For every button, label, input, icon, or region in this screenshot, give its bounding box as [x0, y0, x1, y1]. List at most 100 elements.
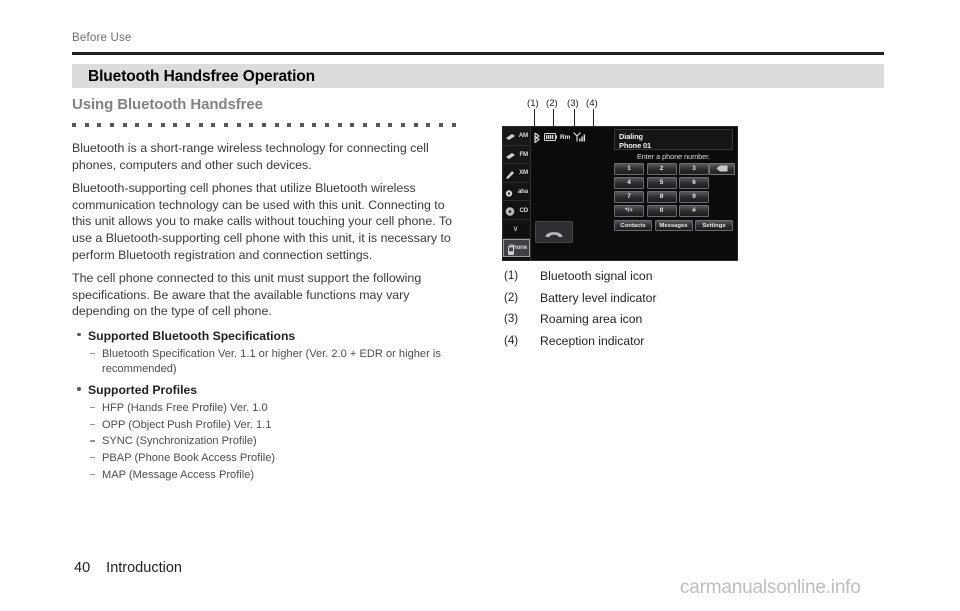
spec-group-heading: Supported Profiles — [72, 381, 464, 399]
keypad-key-9[interactable]: 9 — [679, 191, 709, 203]
bullet-dot-icon — [77, 387, 81, 391]
device-sidebar-item-cd[interactable]: CD — [503, 201, 530, 220]
backspace-icon — [716, 165, 728, 172]
softkey-contacts[interactable]: Contacts — [614, 220, 652, 231]
device-sidebar-item-am[interactable]: AM — [503, 127, 530, 146]
divider-dot — [325, 123, 330, 127]
callout-number: (3) — [567, 98, 579, 109]
device-sidebar-item-label: CD — [519, 206, 528, 214]
spec-item-text: MAP (Message Access Profile) — [102, 468, 255, 481]
page-number: 40 — [74, 560, 91, 576]
divider-dot — [274, 123, 279, 127]
chevron-down-icon: ∨ — [512, 223, 519, 233]
divider-dot — [439, 123, 444, 127]
device-source-sidebar: AM FM XM aha CD ∨ Phone — [503, 127, 531, 260]
divider-dot — [388, 123, 393, 127]
divider-dot — [223, 123, 228, 127]
dash-marker-icon — [90, 407, 95, 409]
battery-level-icon — [544, 133, 557, 141]
divider-dot — [312, 123, 317, 127]
divider-dot — [426, 123, 431, 127]
radio-fm-icon — [505, 149, 516, 160]
dash-marker-icon — [90, 473, 95, 475]
keypad-key-4[interactable]: 4 — [614, 177, 644, 189]
section-title: Bluetooth Handsfree Operation — [88, 68, 316, 85]
divider-dot — [287, 123, 292, 127]
backspace-button[interactable] — [709, 163, 735, 175]
keypad-key-1[interactable]: 1 — [614, 163, 644, 175]
legend-label: Roaming area icon — [540, 312, 643, 326]
keypad-key-5[interactable]: 5 — [646, 177, 677, 189]
legend-row: (4) Reception indicator — [504, 334, 784, 348]
keypad-key-8[interactable]: 8 — [646, 191, 677, 203]
keypad-row: 456 — [614, 177, 733, 189]
divider-dot — [350, 123, 355, 127]
legend-number: (1) — [504, 269, 519, 282]
divider-dot — [185, 123, 190, 127]
divider-dot — [363, 123, 368, 127]
call-button[interactable] — [535, 221, 573, 243]
spec-group-heading: Supported Bluetooth Specifications — [72, 327, 464, 345]
keypad-key-3[interactable]: 3 — [679, 163, 709, 175]
keypad-key-7[interactable]: 7 — [614, 191, 644, 203]
divider-dot — [72, 123, 76, 127]
spec-item-text: PBAP (Phone Book Access Profile) — [102, 451, 276, 464]
dialing-state: Dialing — [619, 131, 643, 141]
callout-number: (2) — [546, 98, 558, 109]
divider-dot — [122, 123, 127, 127]
reception-bars-icon — [573, 132, 586, 142]
softkey-messages[interactable]: Messages — [654, 220, 693, 231]
keypad-key-6[interactable]: 6 — [679, 177, 709, 189]
device-sidebar-item-label: FM — [519, 150, 528, 158]
divider-dot — [337, 123, 342, 127]
legend-label: Reception indicator — [540, 333, 645, 348]
device-sidebar-item-aha[interactable]: aha — [503, 183, 530, 202]
legend-label: Battery level indicator — [540, 290, 657, 305]
keypad-key-[interactable]: */+ — [614, 205, 644, 217]
roaming-area-icon: Rm — [560, 133, 571, 141]
softkey-settings[interactable]: Settings — [695, 220, 733, 231]
keypad-key-0[interactable]: 0 — [646, 205, 677, 217]
paragraph: The cell phone connected to this unit mu… — [72, 271, 422, 319]
divider-dot — [84, 123, 89, 127]
figure-legend: (1) Bluetooth signal icon (2) Battery level… — [504, 269, 784, 355]
spec-item: MAP (Message Access Profile) — [72, 468, 464, 483]
bluetooth-signal-icon — [533, 132, 541, 143]
device-sidebar-item-phone[interactable]: Phone — [503, 238, 530, 258]
divider-dot — [413, 123, 418, 127]
callout-numbers: (1) (2) (3) (4) — [502, 98, 742, 145]
divider-dot — [198, 123, 203, 127]
spec-group-label: Supported Profiles — [88, 383, 198, 398]
radio-am-icon — [505, 130, 516, 141]
dialing-device-name: Phone 01 — [619, 141, 652, 151]
divider-dot — [147, 123, 152, 127]
divider-dot — [109, 123, 114, 127]
spec-item-text: OPP (Object Push Profile) Ver. 1.1 — [102, 418, 272, 431]
footer-section-name: Introduction — [106, 560, 182, 576]
satellite-xm-icon — [505, 167, 516, 180]
keypad-row: 789 — [614, 191, 733, 203]
cd-disc-icon — [505, 204, 516, 217]
divider-dot — [160, 123, 165, 127]
spec-item-text: HFP (Hands Free Profile) Ver. 1.0 — [102, 402, 268, 415]
watermark: carmanualsonline.info — [680, 577, 861, 598]
device-sidebar-item-fm[interactable]: FM — [503, 146, 530, 165]
device-sidebar-item-[interactable]: ∨ — [503, 220, 530, 239]
paragraph: Bluetooth-supporting cell phones that ut… — [72, 181, 452, 262]
call-handset-icon — [545, 231, 563, 237]
device-sidebar-item-xm[interactable]: XM — [503, 164, 530, 183]
keypad-key-2[interactable]: 2 — [646, 163, 677, 175]
keypad-key-[interactable]: # — [679, 205, 709, 217]
dash-marker-icon — [90, 423, 95, 426]
spec-group-label: Supported Bluetooth Specifications — [88, 328, 296, 343]
callout-number: (1) — [527, 98, 539, 109]
phone-icon — [506, 243, 517, 255]
spec-item: PBAP (Phone Book Access Profile) — [72, 451, 464, 466]
legend-number: (2) — [504, 290, 519, 304]
legend-row: (2) Battery level indicator — [504, 291, 784, 305]
section-band: Bluetooth Handsfree Operation — [72, 64, 884, 88]
keypad-row: */+ 0 # — [614, 205, 733, 217]
legend-row: (1) Bluetooth signal icon — [504, 269, 784, 283]
divider-dot — [211, 123, 216, 127]
body-column: Bluetooth is a short-range wireless tech… — [72, 140, 464, 482]
